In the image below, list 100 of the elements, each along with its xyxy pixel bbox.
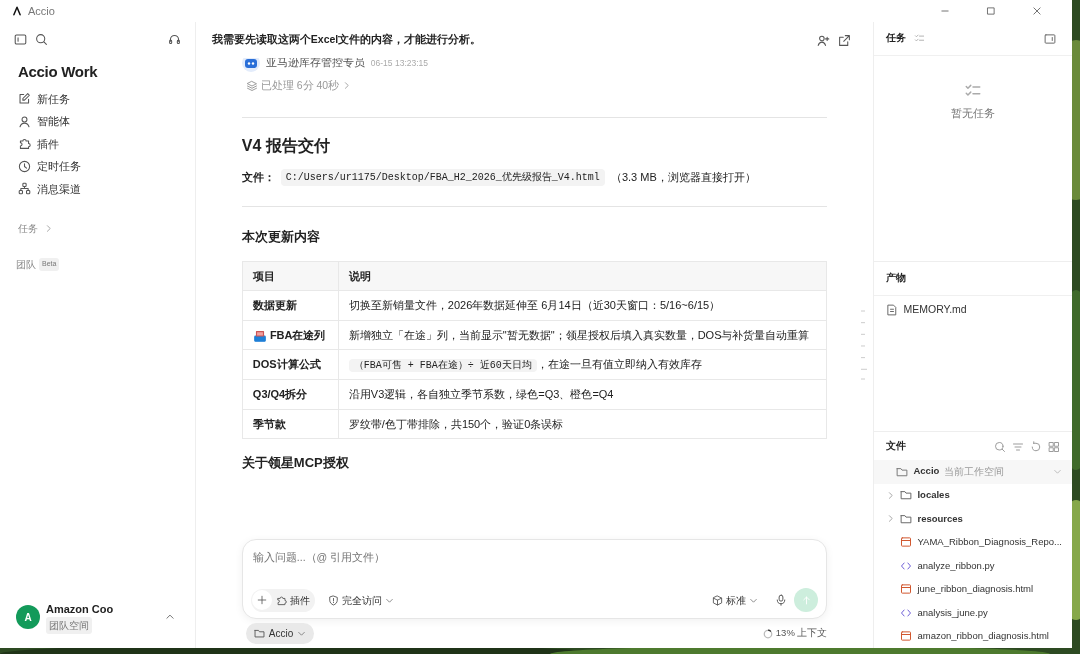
panel-title: 产物 (886, 271, 907, 286)
table-cell: 数据更新 (252, 299, 297, 312)
section-heading: V4 报告交付 (241, 135, 331, 155)
chevron-right-icon (886, 514, 896, 524)
external-link-icon (838, 33, 852, 47)
search-icon (35, 33, 48, 46)
folder-icon (896, 465, 909, 478)
empty-state-text: 暂无任务 (951, 106, 996, 121)
folder-icon (253, 628, 265, 639)
puzzle-icon (18, 137, 31, 151)
clock-icon (18, 159, 31, 173)
table-cell: FBA在途列 (252, 328, 326, 341)
sidebar-icon (14, 33, 27, 46)
column-header: 项目 (252, 269, 275, 282)
field-label: 文件： (241, 170, 275, 186)
html-file-icon (900, 630, 913, 643)
avatar: A (16, 605, 40, 630)
document-icon (886, 304, 899, 316)
panel-title: 文件 (886, 439, 907, 454)
column-header: 说明 (348, 269, 371, 282)
tasks-section-toggle[interactable]: 任务 (10, 218, 185, 239)
table-cell: 季节款 (252, 417, 286, 430)
code-icon (900, 559, 913, 572)
section-heading: 本次更新内容 (241, 228, 321, 245)
nav-item[interactable]: 消息渠道 (10, 177, 185, 200)
table-cell: （FBA可售 + FBA在途）÷ 近60天日均 ，在途一旦有值立即纳入有效库存 (338, 349, 827, 380)
chevron-down-icon (1053, 467, 1062, 477)
panel-icon (1044, 32, 1056, 45)
access-dropdown[interactable]: 完全访问 (323, 589, 398, 611)
file-item[interactable]: resources (874, 507, 1072, 531)
maximize-icon (986, 6, 996, 16)
close-icon (1032, 6, 1042, 16)
robot-avatar-icon (241, 58, 260, 72)
context-usage: 13% 上下文 (762, 626, 828, 641)
workspace-selector[interactable]: Accio (245, 623, 315, 644)
user-name: Amazon Coo (46, 601, 114, 617)
search-icon (994, 440, 1006, 453)
progress-ring-icon (762, 628, 773, 639)
outline-markers (861, 310, 868, 380)
html-file-icon (900, 536, 913, 549)
timestamp: 06-15 13:23:15 (370, 58, 429, 70)
logo-icon (12, 6, 22, 16)
refresh-button[interactable] (1030, 440, 1042, 453)
puzzle-icon (275, 594, 287, 606)
cube-icon (712, 594, 724, 606)
window-title: Accio (28, 3, 55, 19)
arrow-up-icon (800, 594, 812, 606)
nav-item[interactable]: 智能体 (10, 110, 185, 133)
nav-item[interactable]: 新任务 (10, 87, 185, 110)
file-item[interactable]: june_ribbon_diagnosis.html (874, 577, 1072, 601)
file-item[interactable]: analysis_june.py (874, 601, 1072, 625)
search-button[interactable] (994, 440, 1006, 453)
table-cell: 罗纹带/色丁带排除，共150个，验证0条误标 (338, 409, 827, 439)
chat-title: 我需要先读取这两个Excel文件的内容，才能进行分析。 (211, 32, 482, 48)
agent-name: 亚马逊库存管控专员 (265, 58, 365, 71)
checklist-icon (914, 33, 926, 44)
file-item[interactable]: YAMA_Ribbon_Diagnosis_Repo... (874, 530, 1072, 554)
filter-icon (1012, 440, 1024, 453)
file-item[interactable]: analyze_ribbon.py (874, 554, 1072, 578)
network-icon (18, 182, 31, 196)
grid-button[interactable] (1048, 440, 1060, 453)
file-item[interactable]: amazon_ribbon_diagnosis.html (874, 624, 1072, 648)
grid-icon (1048, 440, 1060, 453)
layers-icon (245, 79, 258, 92)
message-input[interactable]: 输入问题...（@ 引用文件） 插件 完全访问 标准 (241, 539, 828, 619)
table-cell: 沿用V3逻辑，各自独立季节系数，绿色=Q3、橙色=Q4 (338, 379, 827, 410)
table-cell: DOS计算公式 (252, 358, 321, 371)
brand-logo: Accio Work (17, 62, 99, 82)
html-file-icon (900, 583, 913, 596)
filter-button[interactable] (1012, 440, 1024, 453)
nav-item[interactable]: 定时任务 (10, 155, 185, 178)
chevron-right-icon (44, 224, 53, 233)
chevron-right-icon (886, 490, 896, 500)
add-person-icon (817, 33, 831, 47)
section-label: 团队 (16, 258, 36, 272)
table-cell: 新增独立「在途」列，当前显示"暂无数据"；领星授权后填入真实数量，DOS与补货量自动重算 (338, 320, 827, 350)
nav-item[interactable]: 插件 (10, 132, 185, 155)
folder-icon (900, 489, 913, 502)
person-icon (18, 114, 31, 128)
file-item[interactable]: locales (874, 483, 1072, 507)
file-path: C:/Users/ur1175/Desktop/FBA_H2_2026_优先级报告_V4.html (280, 168, 605, 186)
refresh-icon (1030, 440, 1042, 453)
chevron-down-icon (297, 629, 307, 638)
add-button[interactable] (251, 590, 272, 610)
microphone-icon (775, 594, 788, 606)
output-file-item[interactable]: MEMORY.md (874, 296, 1072, 324)
plus-icon (256, 595, 267, 605)
mode-dropdown[interactable]: 标准 (708, 589, 763, 611)
headset-icon (167, 33, 181, 46)
edit-icon (18, 92, 31, 106)
code-icon (900, 606, 913, 619)
table-cell: 切换至新销量文件，2026年数据延伸至 6月14日（近30天窗口：5/16~6/15） (338, 290, 827, 321)
table-cell: Q3/Q4拆分 (252, 388, 308, 401)
chevron-right-icon (342, 81, 352, 91)
file-note: （3.3 MB，浏览器直接打开） (610, 170, 756, 186)
folder-icon (900, 512, 913, 525)
workspace-badge: 团队空间 (46, 617, 92, 634)
panel-title: 任务 (886, 31, 907, 46)
workspace-selector[interactable]: Accio 当前工作空间 (874, 459, 1072, 484)
shield-icon (327, 594, 339, 606)
